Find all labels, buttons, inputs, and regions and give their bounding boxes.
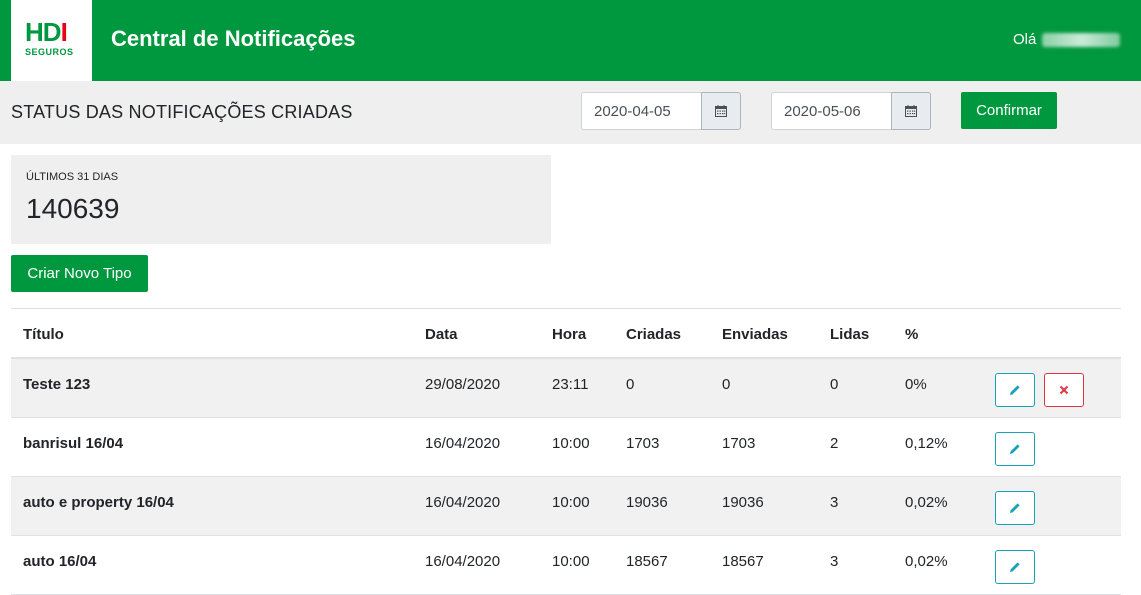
pencil-icon [1010,503,1020,513]
cell-data: 29/08/2020 [425,376,501,393]
table-row: banrisul 16/04 16/04/2020 10:00 1703 170… [11,418,1121,477]
user-greeting: Olá [1013,31,1121,48]
hdi-logo[interactable]: HDI SEGUROS [11,0,92,81]
cell-hora: 10:00 [552,494,590,511]
cell-data: 16/04/2020 [425,553,501,570]
cell-criadas: 1703 [626,435,660,452]
logo-mark: HDI [25,17,68,47]
cell-enviadas: 0 [722,376,731,393]
cell-titulo: auto 16/04 [23,553,97,570]
edit-button[interactable] [995,373,1035,407]
cell-percent: 0,02% [905,494,948,511]
col-header-hora: Hora [552,326,587,343]
user-name-blurred [1042,32,1121,47]
pencil-icon [1010,444,1020,454]
col-header-data: Data [425,326,458,343]
close-icon [1059,385,1069,395]
end-date-group [771,92,931,130]
greeting-text: Olá [1013,31,1037,48]
start-date-group [581,92,741,130]
cell-enviadas: 19036 [722,494,764,511]
cell-titulo: banrisul 16/04 [23,435,124,452]
cell-titulo: Teste 123 [23,376,91,393]
cell-criadas: 18567 [626,553,668,570]
cell-percent: 0% [905,376,927,393]
stats-value: 140639 [26,193,120,224]
col-header-percent: % [905,326,919,343]
cell-hora: 10:00 [552,553,590,570]
stats-card: ÚLTIMOS 31 DIAS 140639 [11,155,551,244]
cell-criadas: 0 [626,376,635,393]
start-date-input[interactable] [581,92,701,130]
pencil-icon [1010,562,1020,572]
cell-percent: 0,02% [905,553,948,570]
cell-percent: 0,12% [905,435,948,452]
cell-titulo: auto e property 16/04 [23,494,174,511]
notifications-table: Título Data Hora Criadas Enviadas Lidas … [11,308,1121,595]
top-header: HDI SEGUROS Central de Notificações Olá [0,0,1141,81]
table-row: Teste 123 29/08/2020 23:11 0 0 0 0% [11,359,1121,418]
cell-data: 16/04/2020 [425,494,501,511]
cell-hora: 23:11 [552,376,589,393]
stats-label: ÚLTIMOS 31 DIAS [26,171,119,183]
cell-lidas: 0 [830,376,839,393]
cell-criadas: 19036 [626,494,668,511]
cell-data: 16/04/2020 [425,435,501,452]
start-date-picker-button[interactable] [701,92,741,130]
cell-enviadas: 18567 [722,553,764,570]
cell-lidas: 3 [830,494,839,511]
create-new-type-button[interactable]: Criar Novo Tipo [11,255,148,292]
cell-lidas: 2 [830,435,839,452]
delete-button[interactable] [1044,373,1084,407]
confirm-button[interactable]: Confirmar [961,92,1057,129]
filter-bar: STATUS DAS NOTIFICAÇÕES CRIADAS Con [0,81,1141,144]
cell-hora: 10:00 [552,435,590,452]
calendar-icon [905,105,917,117]
col-header-criadas: Criadas [626,326,682,343]
col-header-enviadas: Enviadas [722,326,788,343]
end-date-input[interactable] [771,92,891,130]
cell-lidas: 3 [830,553,839,570]
end-date-picker-button[interactable] [891,92,931,130]
table-row: auto 16/04 16/04/2020 10:00 18567 18567 … [11,536,1121,595]
edit-button[interactable] [995,550,1035,584]
cell-enviadas: 1703 [722,435,756,452]
edit-button[interactable] [995,432,1035,466]
edit-button[interactable] [995,491,1035,525]
col-header-titulo: Título [23,326,64,343]
pencil-icon [1010,385,1020,395]
col-header-lidas: Lidas [830,326,870,343]
section-title: STATUS DAS NOTIFICAÇÕES CRIADAS [11,102,353,122]
calendar-icon [715,105,727,117]
table-row: auto e property 16/04 16/04/2020 10:00 1… [11,477,1121,536]
app-title: Central de Notificações [111,26,356,51]
logo-subtext: SEGUROS [25,47,74,57]
table-header: Título Data Hora Criadas Enviadas Lidas … [11,309,1121,359]
